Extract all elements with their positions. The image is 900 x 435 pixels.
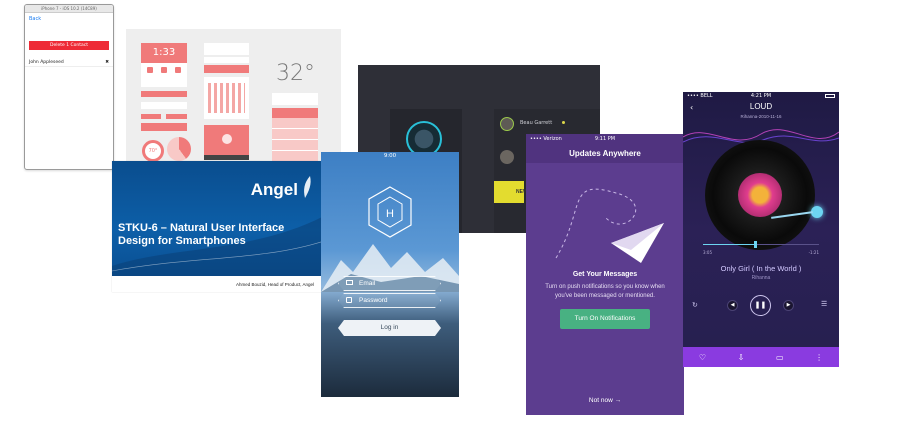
delete-contact-button[interactable]: Delete 1 Contact [29,41,109,50]
weather-forecast [272,93,318,105]
slide-banner [112,161,324,276]
album-title: LOUD [749,102,773,111]
turn-on-notifications-button[interactable]: Turn On Notifications [560,309,650,329]
album-art [738,173,782,217]
music-player-screen: •••• BELL 4:21 PM ‹ LOUD Rihanna-2010-11… [683,92,839,367]
contact-name: John Appleseed [29,59,64,65]
time-remaining: -1:21 [808,250,819,255]
download-icon[interactable]: ⇩ [738,353,745,362]
progress-track[interactable] [703,244,819,245]
album-subtitle: Rihanna-2010-11-16 [740,114,782,119]
artist-name: Rihanna [751,275,771,281]
dashboard-bar [141,91,187,97]
email-field[interactable]: Email [338,276,441,291]
new-button[interactable]: NEW [494,181,528,203]
calendar-header [204,43,249,55]
presentation-slide: Angel STKU-6 – Natural User Interface De… [112,161,324,292]
not-now-link[interactable]: Not now → [526,397,684,404]
heart-icon[interactable]: ♡ [699,353,706,362]
time-elapsed: 3:05 [703,250,712,255]
clock-widget: 1:33 [141,43,187,63]
battery-icon [825,94,835,98]
progress-knob[interactable] [754,241,758,248]
calendar-bar [204,65,249,73]
remove-icon[interactable]: ✖ [105,60,109,65]
simulator-window-title: iPhone 7 - iOS 10.2 (14C89) [25,5,113,13]
contact-name: Beau Garrett [520,120,553,126]
get-messages-heading: Get Your Messages [572,271,638,278]
status-bar-time: 9:00 [383,153,397,159]
vinyl-record [705,140,815,250]
notifications-onboarding-screen: •••• Verizon 9:11 PM Updates Anywhere Ge… [526,134,684,415]
next-track-icon[interactable]: ▶ [783,300,794,311]
screen-title: Updates Anywhere [526,144,684,163]
password-field[interactable]: Password [338,293,441,308]
progress-fill [703,244,756,245]
playlist-icon[interactable]: ☰ [821,300,827,308]
envelope-icon [346,280,353,285]
lock-icon [346,297,352,303]
calendar-subheader [204,57,249,63]
bottom-tab-bar: ♡ ⇩ ▭ ⋮ [683,347,839,367]
pause-icon[interactable]: ❚❚ [750,295,771,316]
weather-list [272,108,318,162]
dashboard-toolbar [141,123,187,131]
slide-byline: Ahmed Bouzid, Head of Product, Angel [235,282,314,287]
dashboard-ui-kit: 1:33 70° 32° [126,29,341,165]
gauge-value: 70° [148,148,158,154]
status-dot [562,121,565,124]
song-title: Only Girl ( In the World ) [720,264,802,273]
dashboard-tab-a[interactable] [141,114,161,119]
notifications-description: Turn on push notifications so you know w… [545,284,665,299]
status-time: 4:21 PM [750,93,772,99]
status-time: 9:11 PM [594,136,616,142]
weather-widget: 32° [276,61,326,91]
dashboard-search-input[interactable] [141,102,187,109]
calendar-grid [204,77,249,119]
feather-icon [304,176,311,198]
paper-plane-illustration [555,188,664,263]
video-controls[interactable] [204,155,249,160]
ios-simulator-screenshot: iPhone 7 - iOS 10.2 (14C89) Back Delete … [24,4,114,170]
temperature: 32° [276,61,315,86]
video-player[interactable] [204,125,249,155]
contact-row[interactable]: John Appleseed ✖ [25,58,113,67]
wave-decoration [112,216,324,276]
pie-widget [167,137,191,161]
cast-icon[interactable]: ▭ [776,353,784,362]
previous-track-icon[interactable]: ◀ [727,300,738,311]
login-button[interactable]: Log in [338,320,441,336]
repeat-icon[interactable]: ↻ [692,301,698,309]
back-button[interactable]: Back [25,13,113,29]
status-bar: •••• BELL 4:21 PM [683,92,839,101]
contact-avatar[interactable] [500,150,514,164]
clock-details [141,63,187,87]
clock-time: 1:33 [152,47,176,58]
login-screen: 9:00 H Email Password Log in [321,152,459,397]
logo-letter: H [386,208,394,220]
more-icon[interactable]: ⋮ [815,353,823,362]
gauge-widget: 70° [142,140,164,162]
slide-title: STKU-6 – Natural User Interface Design f… [118,222,285,247]
dashboard-tab-b[interactable] [166,114,187,119]
status-bar: •••• Verizon 9:11 PM [526,134,684,144]
brand-logo: Angel [250,180,298,199]
contact-avatar[interactable] [500,117,514,131]
